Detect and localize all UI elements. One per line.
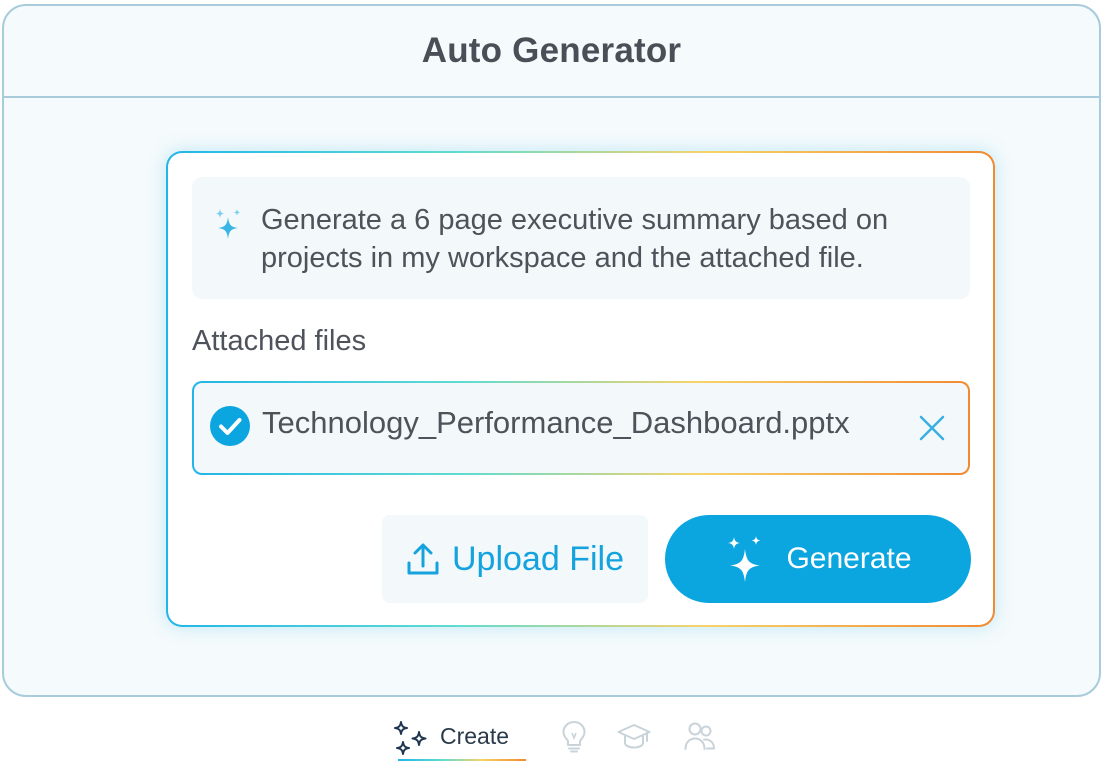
window-title: Auto Generator	[421, 31, 682, 70]
upload-file-label: Upload File	[452, 539, 624, 578]
nav-active-indicator	[398, 759, 526, 761]
sparkles-icon	[394, 721, 427, 755]
generator-card: Generate a 6 page executive summary base…	[166, 151, 995, 627]
attached-file-item: Technology_Performance_Dashboard.pptx	[194, 383, 968, 473]
prompt-box: Generate a 6 page executive summary base…	[192, 177, 970, 299]
window-header: Auto Generator	[4, 6, 1099, 98]
attached-files-label: Attached files	[192, 325, 367, 357]
bottom-nav: Create	[0, 712, 1105, 772]
generate-label: Generate	[786, 542, 912, 575]
check-circle-icon	[210, 406, 250, 446]
sparkles-icon	[728, 536, 761, 582]
close-icon[interactable]	[918, 414, 946, 442]
upload-icon	[407, 543, 439, 575]
upload-file-button[interactable]: Upload File	[382, 515, 648, 603]
generate-button[interactable]: Generate	[665, 515, 971, 603]
sparkles-icon	[216, 209, 241, 239]
attached-file-name: Technology_Performance_Dashboard.pptx	[262, 405, 850, 440]
prompt-text: Generate a 6 page executive summary base…	[261, 204, 889, 274]
generator-card-body: Generate a 6 page executive summary base…	[168, 153, 993, 625]
auto-generator-window: Auto Generator Generate a 6 page executi…	[2, 4, 1101, 697]
graduation-cap-icon[interactable]	[617, 719, 651, 753]
users-icon[interactable]	[683, 719, 717, 753]
attached-file-row: Technology_Performance_Dashboard.pptx	[192, 381, 970, 475]
nav-item-create-label: Create	[440, 723, 510, 749]
lightbulb-icon[interactable]	[557, 719, 591, 753]
nav-item-create[interactable]: Create	[393, 718, 527, 758]
